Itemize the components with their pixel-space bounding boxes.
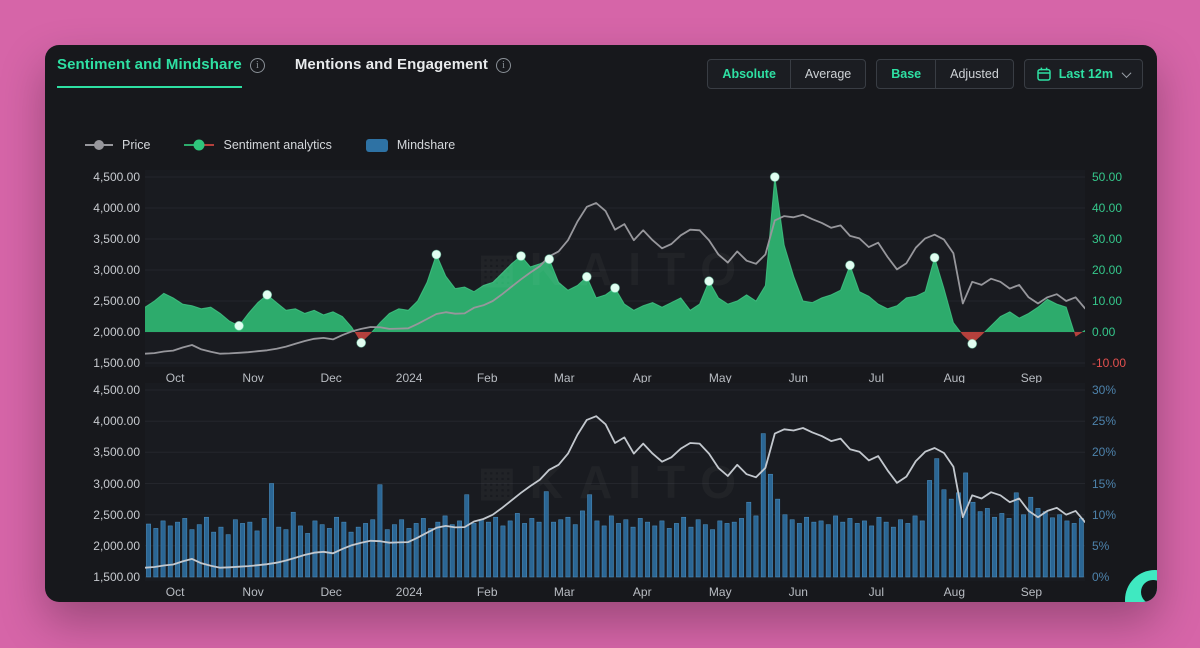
axis-tick-label: 2,000.00 xyxy=(93,538,140,554)
axis-tick-label: 3,500.00 xyxy=(93,444,140,460)
sentiment-chart-plot[interactable]: KAITO xyxy=(145,170,1085,367)
mindshare-price-chart[interactable]: 4,500.00 4,000.00 3,500.00 3,000.00 2,500.00… xyxy=(45,383,1157,602)
mindshare-swatch-icon xyxy=(366,139,388,152)
x-axis-tick-label: May xyxy=(709,585,732,599)
axis-tick-label: 2,500.00 xyxy=(93,507,140,523)
axis-tick-label: 2,000.00 xyxy=(93,324,140,340)
date-range-label: Last 12m xyxy=(1059,67,1113,81)
chevron-down-icon xyxy=(1122,68,1132,78)
axis-tick-label: 5% xyxy=(1092,538,1109,554)
axis-tick-label: 4,000.00 xyxy=(93,200,140,216)
axis-tick-label: 3,000.00 xyxy=(93,476,140,492)
tab-label: Sentiment and Mindshare xyxy=(57,56,242,88)
axis-tick-label: 1,500.00 xyxy=(93,569,140,585)
base-button[interactable]: Base xyxy=(877,60,935,88)
adjusted-button[interactable]: Adjusted xyxy=(935,60,1013,88)
axis-tick-label: 4,500.00 xyxy=(93,382,140,398)
axis-tick-label: 4,000.00 xyxy=(93,413,140,429)
axis-tick-label: 20% xyxy=(1092,444,1116,460)
axis-tick-label: 50.00 xyxy=(1092,169,1122,185)
tab-sentiment-and-mindshare[interactable]: Sentiment and Mindshare xyxy=(57,56,265,88)
axis-tick-label: 2,500.00 xyxy=(93,293,140,309)
legend-item-sentiment-analytics[interactable]: Sentiment analytics xyxy=(184,138,331,152)
legend-label: Mindshare xyxy=(397,138,455,152)
axis-tick-label: 4,500.00 xyxy=(93,169,140,185)
axis-tick-label: 1,500.00 xyxy=(93,355,140,371)
x-axis-tick-label: Sep xyxy=(1021,585,1042,599)
axis-tick-label: 30.00 xyxy=(1092,231,1122,247)
x-axis-tick-label: Oct xyxy=(166,585,185,599)
date-range-select[interactable]: Last 12m xyxy=(1024,59,1143,89)
axis-tick-label: 0.00 xyxy=(1092,324,1115,340)
absolute-average-toggle: Absolute Average xyxy=(707,59,866,89)
page: { "header": { "tabs": [ {"label": "Senti… xyxy=(0,0,1200,648)
sentiment-swatch-icon xyxy=(184,144,214,146)
chart-controls: Absolute Average Base Adjusted Last 12m xyxy=(707,59,1143,89)
absolute-button[interactable]: Absolute xyxy=(708,60,789,88)
average-button[interactable]: Average xyxy=(790,60,865,88)
x-axis-tick-label: Nov xyxy=(242,585,263,599)
x-axis-tick-label: Dec xyxy=(320,585,341,599)
x-axis-tick-label: Apr xyxy=(633,585,652,599)
axis-tick-label: 40.00 xyxy=(1092,200,1122,216)
axis-tick-label: 15% xyxy=(1092,476,1116,492)
x-axis-tick-label: Mar xyxy=(554,585,575,599)
x-axis-tick-label: Aug xyxy=(944,585,965,599)
base-adjusted-toggle: Base Adjusted xyxy=(876,59,1014,89)
legend-item-price[interactable]: Price xyxy=(85,138,150,152)
tab-label: Mentions and Engagement xyxy=(295,56,488,86)
axis-tick-label: 3,000.00 xyxy=(93,262,140,278)
axis-tick-label: 30% xyxy=(1092,382,1116,398)
axis-tick-label: 3,500.00 xyxy=(93,231,140,247)
x-axis-tick-label: 2024 xyxy=(396,585,423,599)
info-icon[interactable] xyxy=(250,58,265,73)
analytics-card: Sentiment and Mindshare Mentions and Eng… xyxy=(45,45,1157,602)
axis-tick-label: 10% xyxy=(1092,507,1116,523)
axis-tick-label: 10.00 xyxy=(1092,293,1122,309)
axis-tick-label: -10.00 xyxy=(1092,355,1126,371)
axis-tick-label: 0% xyxy=(1092,569,1109,585)
month-axis: Oct Nov Dec 2024 Feb Mar Apr May Jun Jul Aug Sep xyxy=(145,585,1085,601)
mindshare-chart-plot[interactable]: KAITO xyxy=(145,383,1085,581)
tab-bar: Sentiment and Mindshare Mentions and Eng… xyxy=(57,56,511,88)
legend-item-mindshare[interactable]: Mindshare xyxy=(366,138,455,152)
x-axis-tick-label: Jun xyxy=(789,585,808,599)
price-swatch-icon xyxy=(85,144,113,146)
legend-label: Sentiment analytics xyxy=(223,138,331,152)
x-axis-tick-label: Jul xyxy=(869,585,884,599)
x-axis-tick-label: Feb xyxy=(477,585,498,599)
tab-mentions-and-engagement[interactable]: Mentions and Engagement xyxy=(295,56,511,88)
sentiment-price-chart[interactable]: 4,500.00 4,000.00 3,500.00 3,000.00 2,500.00… xyxy=(45,170,1157,390)
legend-label: Price xyxy=(122,138,150,152)
axis-tick-label: 25% xyxy=(1092,413,1116,429)
chart-legend: Price Sentiment analytics Mindshare xyxy=(85,135,455,155)
info-icon[interactable] xyxy=(496,58,511,73)
calendar-icon xyxy=(1037,67,1051,81)
axis-tick-label: 20.00 xyxy=(1092,262,1122,278)
